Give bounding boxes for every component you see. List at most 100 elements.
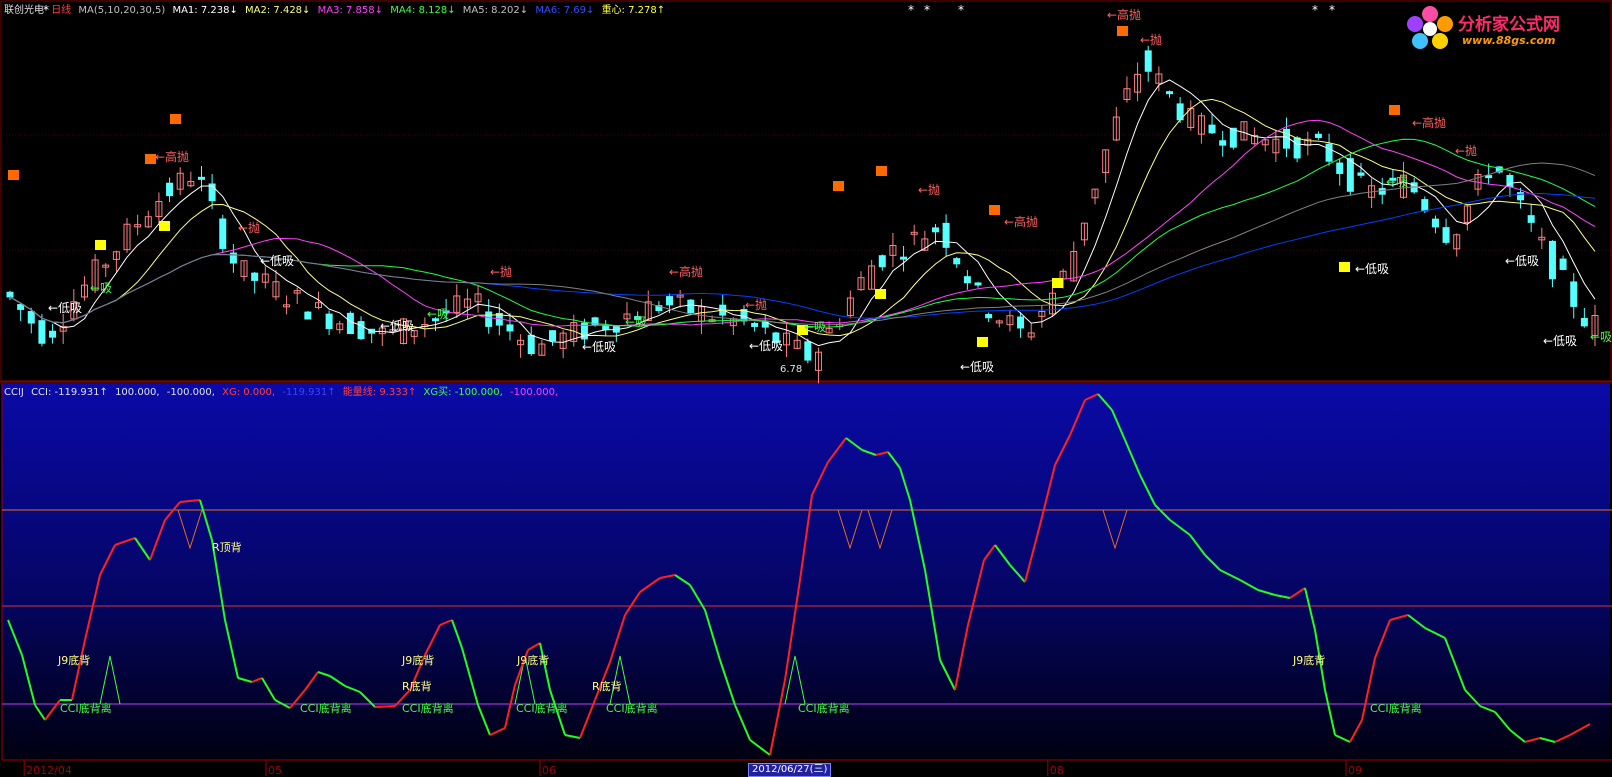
candle-body: [27, 311, 35, 324]
candle-body: [963, 276, 971, 284]
signal-marker: [833, 181, 844, 191]
candle-body: [1219, 140, 1227, 146]
candle-body: [931, 227, 939, 233]
signal-label: ←抛: [490, 264, 512, 279]
date-label: 05: [268, 764, 282, 776]
logo-title: 分析家公式网: [1458, 15, 1560, 35]
candle-body: [953, 258, 961, 265]
candle-body: [1570, 281, 1578, 307]
signal-marker: [1339, 262, 1350, 272]
candle-body: [1208, 124, 1216, 134]
candle-body: [1229, 127, 1237, 148]
signal-label: ←高抛: [1412, 115, 1446, 130]
chart-stage[interactable]: ←低吸 ←吸 ←低吸 ←吸 ←低吸 ←吸 ←吸 ←低吸 ←低吸 ←低吸 ←低吸 ←低吸 ←吸 ←吸 ←抛 ←抛…: [0, 0, 1612, 777]
candle-body: [1144, 50, 1152, 72]
signal-label: ←吸: [1590, 330, 1612, 344]
signal-label: ←吸: [804, 320, 826, 334]
center-value: 重心: 7.278↑: [601, 5, 666, 16]
candle-body: [506, 324, 514, 332]
site-logo[interactable]: 分析家公式网 www.88gs.com: [1404, 4, 1604, 54]
candle-body: [197, 176, 205, 180]
signal-label: ←吸: [1386, 175, 1408, 189]
cci-signal-label: CCI底背离: [60, 701, 112, 715]
cursor-date: 2012/06/27(三): [748, 763, 832, 777]
xg-cci-value: -119.931↑: [282, 387, 336, 398]
ma-params: MA(5,10,20,30,5): [78, 5, 166, 16]
candle-body: [687, 299, 695, 314]
candle-body: [325, 313, 333, 330]
signal-marker: [1117, 26, 1128, 36]
candle-body: [304, 311, 312, 320]
cci-signal-label: CCI底背离: [606, 701, 658, 715]
cci-segment: [374, 705, 396, 708]
logo-url: www.88gs.com: [1462, 34, 1556, 47]
cci-value: CCI: -119.931↑: [31, 387, 108, 398]
signal-marker: [8, 170, 19, 180]
signal-label: ←吸: [90, 281, 112, 295]
cci-signal-label: CCI底背离: [300, 701, 352, 715]
signal-label: ←吸: [427, 307, 449, 321]
ma4-value: MA4: 8.128↓: [390, 5, 456, 16]
candle-body: [1378, 188, 1386, 195]
signal-label: ←低吸: [1505, 254, 1539, 268]
signal-marker: [159, 221, 170, 231]
candle-body: [878, 255, 886, 268]
cci-signal-label: R底背: [592, 679, 622, 693]
candle-body: [974, 282, 982, 286]
candle-body: [219, 218, 227, 249]
candle-body: [166, 182, 174, 197]
candle-body: [666, 296, 674, 306]
candle-body: [1527, 215, 1535, 223]
candle-body: [549, 330, 557, 342]
cci-signal-label: J9底背: [401, 653, 434, 667]
candle-body: [1548, 240, 1556, 280]
candle-body: [1346, 158, 1354, 192]
candle-body: [1442, 227, 1450, 243]
signal-marker: [875, 289, 886, 299]
candle-body: [602, 324, 610, 331]
date-label: 09: [1348, 764, 1362, 776]
signal-label: ←低吸: [960, 360, 994, 374]
candle-body: [527, 334, 535, 355]
candle-body: [1431, 218, 1439, 228]
xg-buy-value-2: -100.000,: [510, 387, 559, 398]
date-label: 08: [1050, 764, 1064, 776]
signal-marker: [876, 166, 887, 176]
cci-signal-label: CCI底背离: [402, 701, 454, 715]
candle-body: [38, 320, 46, 344]
top-marker: *: [1312, 3, 1318, 17]
signal-label: ←抛: [745, 297, 767, 312]
signal-label: ←低吸: [260, 254, 294, 268]
date-label: 06: [542, 764, 556, 776]
cci-lower-value: -100.000,: [166, 387, 215, 398]
candle-body: [985, 314, 993, 319]
candle-body: [346, 312, 354, 335]
ma1-value: MA1: 7.238↓: [172, 5, 238, 16]
candle-body: [1559, 258, 1567, 270]
candle-body: [251, 272, 259, 281]
candle-body: [1336, 162, 1344, 174]
signal-label: ←抛: [1140, 32, 1162, 47]
candle-body: [1580, 317, 1588, 327]
ma3-value: MA3: 7.858↓: [317, 5, 383, 16]
signal-label: ←低吸: [1355, 262, 1389, 276]
cci-signal-label: CCI底背离: [1370, 701, 1422, 715]
low-price-label: 6.78: [780, 364, 802, 375]
candle-body: [1017, 316, 1025, 329]
indicator-header: CCIJ CCI: -119.931↑ 100.000, -100.000, X…: [4, 383, 562, 398]
stock-name: 联创光电: [4, 5, 44, 16]
signal-label: ←高抛: [1107, 7, 1141, 22]
signal-label: ←低吸: [582, 340, 616, 354]
cci-signal-label: R底背: [402, 679, 432, 693]
ma6-value: MA6: 7.69↓: [535, 5, 595, 16]
kline-header: 联创光电 日线 MA(5,10,20,30,5) MA1: 7.238↓ MA2…: [4, 1, 669, 16]
candle-body: [49, 330, 57, 338]
xg-value: XG: 0.000,: [222, 387, 276, 398]
date-label: 2012/04: [26, 764, 72, 776]
candle-body: [751, 322, 759, 327]
candle-body: [1421, 199, 1429, 212]
signal-marker: [977, 337, 988, 347]
signal-marker: [170, 114, 181, 124]
cci-signal-label: CCI底背离: [516, 701, 568, 715]
signal-marker: [1052, 278, 1063, 288]
